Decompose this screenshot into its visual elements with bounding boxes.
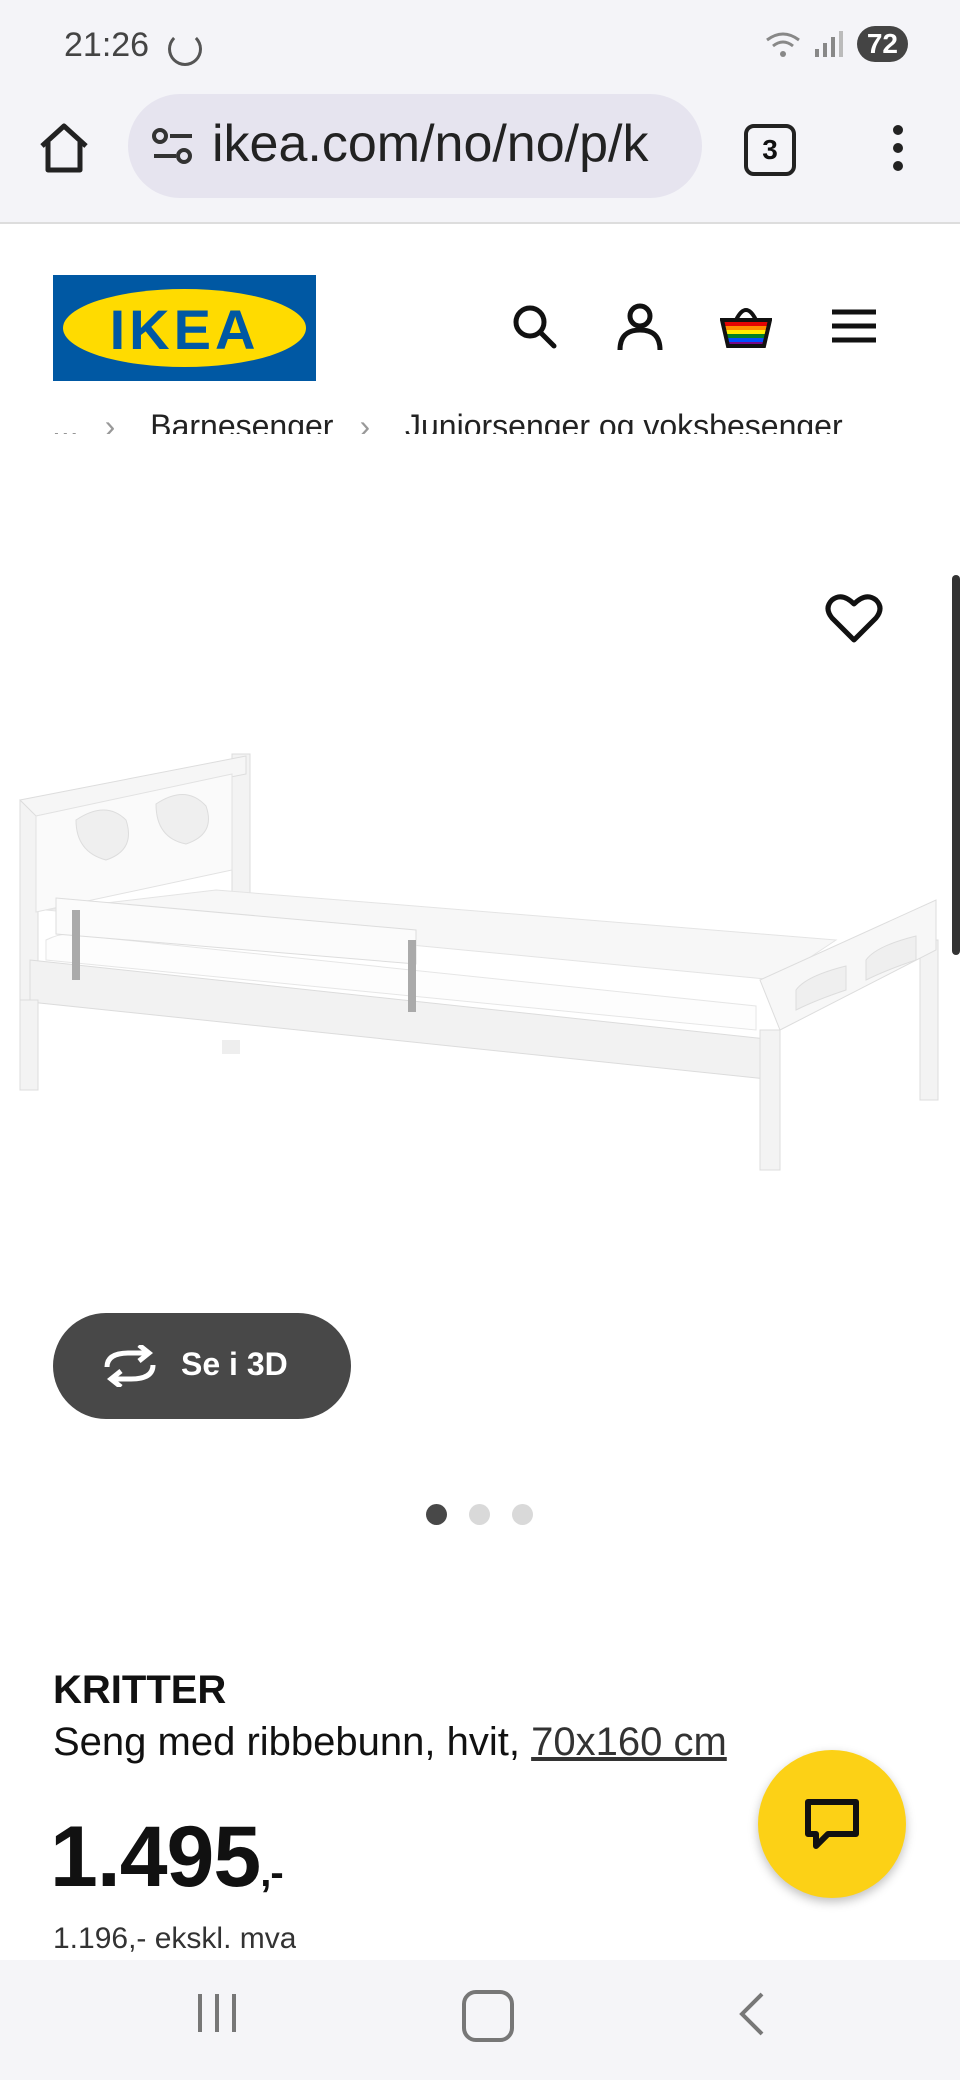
breadcrumb-item[interactable]: Barnesenger: [150, 408, 333, 434]
view-in-3d-label: Se i 3D: [181, 1346, 288, 1382]
product-size-link[interactable]: 70x160 cm: [531, 1720, 727, 1764]
ikea-logo[interactable]: IKEA: [53, 275, 316, 381]
status-time: 21:26: [64, 26, 150, 64]
cart-icon[interactable]: [720, 300, 772, 352]
recents-icon[interactable]: [194, 1990, 240, 2036]
image-carousel-dots: [426, 1504, 533, 1525]
tabs-button[interactable]: 3: [744, 124, 796, 176]
product-name: KRITTER: [53, 1668, 227, 1712]
chat-icon: [805, 1799, 859, 1849]
product-image[interactable]: [16, 740, 946, 1240]
chat-button[interactable]: [758, 1750, 906, 1898]
carousel-dot[interactable]: [426, 1504, 447, 1525]
status-icons: 72: [763, 26, 908, 62]
price-suffix: ,-: [260, 1851, 283, 1895]
page-scrollbar[interactable]: [952, 575, 960, 955]
system-nav-bar: [0, 1960, 960, 2080]
heart-icon[interactable]: [824, 590, 884, 646]
view-in-3d-button[interactable]: Se i 3D: [53, 1313, 351, 1419]
rotate-3d-icon: [104, 1345, 156, 1387]
battery-level: 72: [856, 26, 908, 62]
address-bar[interactable]: ikea.com/no/no/p/k: [128, 94, 702, 198]
search-icon[interactable]: [508, 300, 560, 352]
product-description-text: Seng med ribbebunn, hvit,: [53, 1720, 520, 1764]
site-settings-icon[interactable]: [150, 124, 196, 170]
status-bar: 21:26 72: [0, 0, 960, 92]
spinner-icon: [168, 32, 202, 66]
logo-text: IKEA: [109, 298, 260, 361]
breadcrumb: ... › Barnesenger › Juniorsenger og voksbe…: [52, 400, 872, 434]
carousel-dot[interactable]: [469, 1504, 490, 1525]
url-text[interactable]: ikea.com/no/no/p/k: [212, 114, 648, 174]
price-excl-vat: 1.196,- ekskl. mva: [53, 1922, 297, 1954]
account-icon[interactable]: [614, 300, 666, 352]
breadcrumb-item[interactable]: Juniorsenger og voksbesenger: [405, 408, 843, 434]
product-price: 1.495,-: [50, 1808, 284, 1907]
signal-icon: [814, 31, 843, 57]
more-icon[interactable]: [884, 122, 912, 174]
carousel-dot[interactable]: [512, 1504, 533, 1525]
product-description: Seng med ribbebunn, hvit, 70x160 cm: [53, 1720, 727, 1765]
home-icon[interactable]: [34, 118, 94, 178]
wifi-icon: [765, 32, 800, 57]
breadcrumb-item[interactable]: ...: [52, 408, 79, 434]
back-icon[interactable]: [736, 1990, 766, 2038]
browser-toolbar: ikea.com/no/no/p/k 3: [0, 92, 960, 224]
system-home-button[interactable]: [462, 1990, 514, 2042]
hamburger-icon[interactable]: [828, 300, 880, 352]
price-value: 1.495: [50, 1809, 261, 1905]
